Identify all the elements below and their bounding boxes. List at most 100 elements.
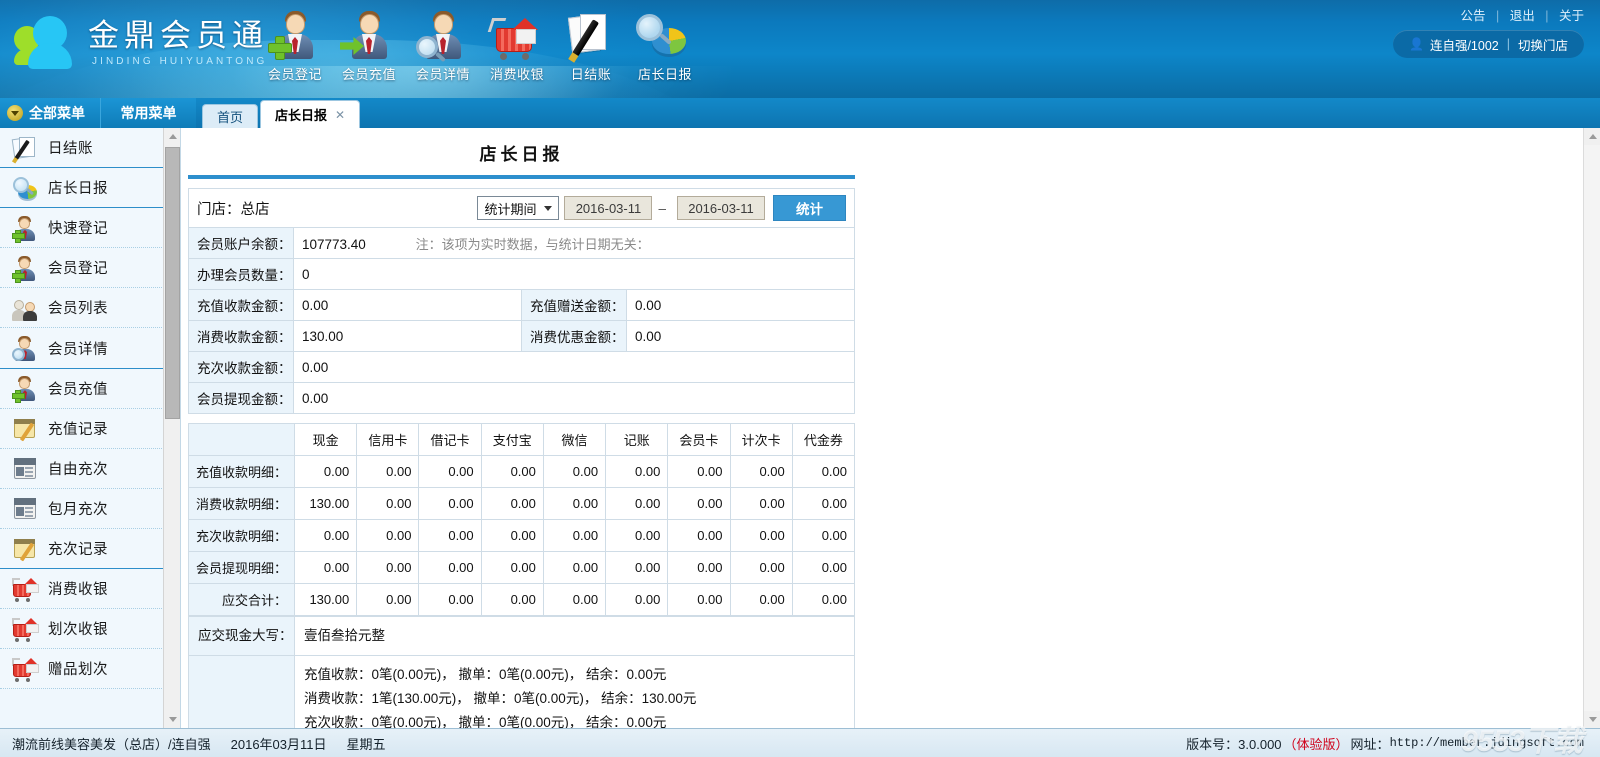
sidebar-item-quick-register[interactable]: 快速登记 <box>0 208 180 249</box>
tab-home[interactable]: 首页 <box>202 104 259 128</box>
cell: 0.00 <box>480 583 544 616</box>
cell: 0.00 <box>667 551 731 584</box>
sidebar-scrollbar[interactable] <box>163 128 180 728</box>
link-logout[interactable]: 退出 <box>1510 9 1535 23</box>
toolbar-item-member-register[interactable]: 会员登记 <box>258 6 332 83</box>
cell: 0.00 <box>480 519 544 552</box>
user-icon: 👤 <box>1409 37 1424 51</box>
chevron-down-icon <box>544 205 553 211</box>
column-header-voucher: 代金券 <box>791 423 856 456</box>
sidebar-item-member-register[interactable]: 会员登记 <box>0 248 180 289</box>
tab-manager-daily-report[interactable]: 店长日报 ✕ <box>260 100 361 128</box>
cell: 0.00 <box>605 487 669 520</box>
user-pill[interactable]: 👤 连自强/1002 | 切换门店 <box>1393 30 1584 58</box>
cell: 130.00 <box>293 583 358 616</box>
app-body: 日结账 店长日报 快速登记 会员登记 会员列表 会员详情 会员充值 充值记录 自… <box>0 128 1600 728</box>
toolbar-item-member-detail[interactable]: 会员详情 <box>406 6 480 83</box>
cell: 0.00 <box>418 583 482 616</box>
scroll-down-icon[interactable] <box>1584 711 1600 728</box>
member-detail-icon <box>12 335 38 362</box>
toolbar-item-manager-daily-report[interactable]: 店长日报 <box>628 6 702 83</box>
page-title: 店长日报 <box>479 145 564 164</box>
brand-subtitle: JINDING HUIYUANTONG <box>92 56 268 67</box>
main-content: 店长日报 门店：总店 统计期间 2016-03-11 – 2016-03-11 … <box>181 128 1600 728</box>
row-label: 应交合计： <box>188 583 295 616</box>
link-about[interactable]: 关于 <box>1559 9 1584 23</box>
member-recharge-icon <box>332 6 406 62</box>
scrollbar-thumb[interactable] <box>165 147 180 419</box>
daily-settlement-icon <box>11 135 38 161</box>
table-corner-cell <box>188 423 295 456</box>
common-menu-button[interactable]: 常用菜单 <box>100 98 196 128</box>
common-menu-label: 常用菜单 <box>120 105 177 121</box>
tab-label: 店长日报 <box>275 108 328 123</box>
main-scrollbar[interactable] <box>1583 128 1600 728</box>
period-select[interactable]: 统计期间 <box>477 196 560 220</box>
toolbar-item-daily-settlement[interactable]: 日结账 <box>554 6 628 83</box>
memo-label: 备注 <box>188 655 295 728</box>
brand-title: 金鼎会员通 <box>88 18 268 53</box>
row-label: 办理会员数量： <box>188 258 294 290</box>
link-announcement[interactable]: 公告 <box>1461 9 1486 23</box>
cash-words-value: 壹佰叁拾元整 <box>294 616 855 656</box>
sidebar-item-daily-settlement[interactable]: 日结账 <box>0 128 180 169</box>
consume-cashier-icon <box>12 576 39 602</box>
link-separator: | <box>1545 9 1549 23</box>
close-icon[interactable]: ✕ <box>335 108 345 122</box>
sidebar-item-monthly-times[interactable]: 包月充次 <box>0 488 180 529</box>
cell: 0.00 <box>418 519 482 552</box>
sidebar-item-free-times[interactable]: 自由充次 <box>0 448 180 489</box>
status-weekday: 星期五 <box>346 736 386 752</box>
account-balance-value: 107773.40 <box>302 236 366 252</box>
table-row: 会员提现明细： 0.00 0.00 0.00 0.00 0.00 0.00 0.… <box>188 551 856 584</box>
toolbar-item-consume-cashier[interactable]: 消费收银 <box>480 6 554 83</box>
scroll-up-icon[interactable] <box>1584 128 1600 145</box>
sidebar-item-consume-cashier[interactable]: 消费收银 <box>0 569 180 610</box>
cell: 0.00 <box>729 455 793 488</box>
cell: 0.00 <box>542 519 607 552</box>
sidebar-item-times-cashier[interactable]: 划次收银 <box>0 609 180 650</box>
member-detail-icon <box>406 6 480 62</box>
tab-strip: 首页 店长日报 ✕ <box>202 98 362 128</box>
sidebar-item-times-record[interactable]: 充次记录 <box>0 528 180 570</box>
cell: 0.00 <box>605 583 669 616</box>
toolbar-label: 消费收银 <box>489 67 544 82</box>
status-url[interactable]: http://member.jdingsoft.com <box>1390 736 1584 750</box>
cell: 0.00 <box>480 487 544 520</box>
member-recharge-icon <box>12 375 38 404</box>
title-divider <box>188 175 855 179</box>
all-menu-button[interactable]: 全部菜单 <box>0 98 100 128</box>
memo-line: 充次收款：0笔(0.00元)， 撤单：0笔(0.00元)， 结余：0.00元 <box>304 715 667 728</box>
toolbar-item-member-recharge[interactable]: 会员充值 <box>332 6 406 83</box>
sidebar-item-label: 会员登记 <box>48 261 108 278</box>
date-from-input[interactable]: 2016-03-11 <box>564 196 653 220</box>
scroll-up-icon[interactable] <box>164 128 180 145</box>
cell: 0.00 <box>667 583 731 616</box>
cell: 0.00 <box>791 519 856 552</box>
date-to-input[interactable]: 2016-03-11 <box>677 196 765 220</box>
free-times-icon <box>12 455 38 481</box>
withdraw-value: 0.00 <box>293 382 855 414</box>
cell: 0.00 <box>791 455 856 488</box>
status-date: 2016年03月11日 <box>230 736 327 752</box>
times-received-value: 0.00 <box>293 351 855 383</box>
sidebar-item-member-detail[interactable]: 会员详情 <box>0 328 180 369</box>
statistics-button[interactable]: 统计 <box>773 195 846 221</box>
cell: 0.00 <box>480 551 544 584</box>
memo-content: 充值收款：0笔(0.00元)， 撤单：0笔(0.00元)， 结余：0.00元 消… <box>294 655 855 728</box>
sidebar-item-gift-times[interactable]: 赠品划次 <box>0 649 180 690</box>
memo-line: 充值收款：0笔(0.00元)， 撤单：0笔(0.00元)， 结余：0.00元 <box>304 667 667 682</box>
sidebar-item-member-recharge[interactable]: 会员充值 <box>0 368 180 409</box>
report-summary-table: 门店：总店 统计期间 2016-03-11 – 2016-03-11 统计 会员… <box>188 188 855 414</box>
gift-times-icon <box>12 656 39 682</box>
sidebar-item-recharge-record[interactable]: 充值记录 <box>0 408 180 449</box>
sidebar-item-member-list[interactable]: 会员列表 <box>0 288 180 329</box>
link-separator: | <box>1496 9 1500 23</box>
manager-daily-report-icon <box>628 6 702 62</box>
sidebar-item-manager-daily-report[interactable]: 店长日报 <box>0 168 180 209</box>
pill-separator: | <box>1506 37 1510 51</box>
nav-bar: 全部菜单 常用菜单 首页 店长日报 ✕ <box>0 98 1600 128</box>
brand-logo-block: 金鼎会员通 JINDING HUIYUANTONG <box>14 12 268 74</box>
switch-store-link[interactable]: 切换门店 <box>1518 35 1568 54</box>
scroll-down-icon[interactable] <box>164 711 180 728</box>
